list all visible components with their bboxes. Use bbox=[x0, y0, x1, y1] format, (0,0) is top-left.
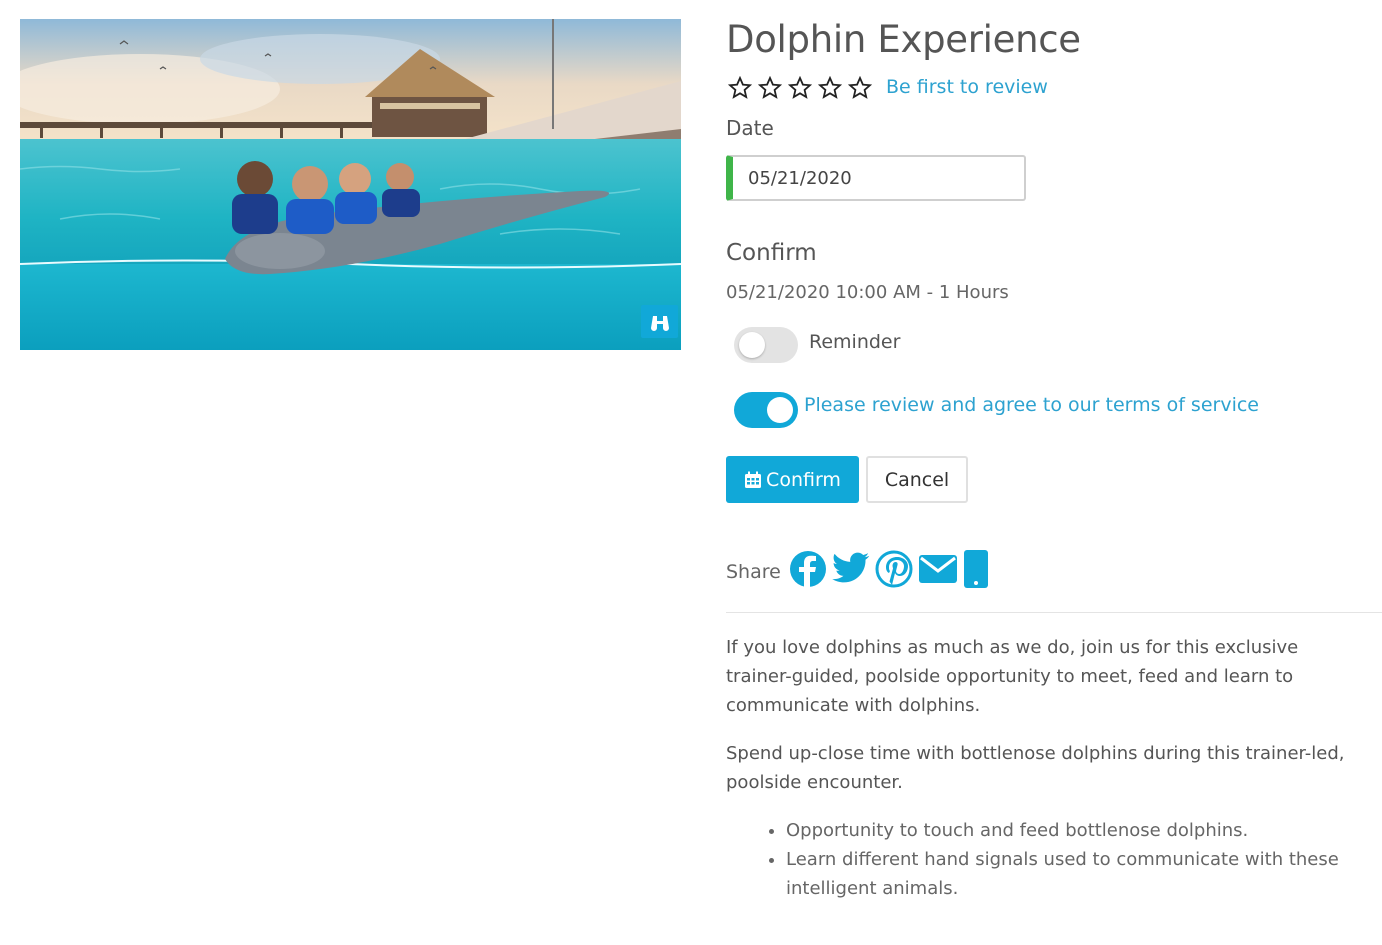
mobile-icon[interactable] bbox=[963, 550, 989, 588]
review-link[interactable]: Be first to review bbox=[886, 76, 1048, 98]
confirm-heading: Confirm bbox=[726, 240, 817, 266]
star-outline-icon[interactable] bbox=[848, 76, 872, 100]
feature-list: Opportunity to touch and feed bottlenose… bbox=[786, 816, 1366, 903]
reminder-toggle[interactable] bbox=[734, 327, 798, 363]
cancel-button[interactable]: Cancel bbox=[866, 456, 968, 503]
confirm-button[interactable]: Confirm bbox=[726, 456, 859, 503]
confirm-detail: 05/21/2020 10:00 AM - 1 Hours bbox=[726, 282, 1009, 303]
description-paragraph: Spend up-close time with bottlenose dolp… bbox=[726, 743, 1345, 793]
reminder-label: Reminder bbox=[809, 331, 901, 353]
share-label: Share bbox=[726, 561, 781, 583]
share-icons bbox=[789, 550, 989, 588]
star-outline-icon[interactable] bbox=[788, 76, 812, 100]
description-paragraph: If you love dolphins as much as we do, j… bbox=[726, 637, 1299, 716]
terms-link[interactable]: Please review and agree to our terms of … bbox=[804, 394, 1259, 416]
twitter-icon[interactable] bbox=[832, 552, 870, 586]
list-item: Learn different hand signals used to com… bbox=[786, 845, 1366, 903]
star-outline-icon[interactable] bbox=[728, 76, 752, 100]
toggle-knob bbox=[739, 332, 765, 358]
terms-toggle[interactable] bbox=[734, 392, 798, 428]
divider bbox=[726, 612, 1382, 613]
calendar-icon bbox=[745, 471, 762, 488]
toggle-knob bbox=[767, 397, 793, 423]
star-outline-icon[interactable] bbox=[758, 76, 782, 100]
date-label: Date bbox=[726, 116, 774, 140]
zoom-button[interactable] bbox=[641, 305, 678, 338]
list-item: Opportunity to touch and feed bottlenose… bbox=[786, 816, 1366, 845]
page-title: Dolphin Experience bbox=[726, 18, 1081, 61]
description: If you love dolphins as much as we do, j… bbox=[726, 633, 1366, 903]
binoculars-icon bbox=[650, 315, 669, 331]
star-outline-icon[interactable] bbox=[818, 76, 842, 100]
date-field[interactable] bbox=[726, 155, 1026, 201]
email-icon[interactable] bbox=[918, 554, 958, 584]
rating-stars[interactable] bbox=[728, 76, 872, 100]
dolphin-photo-illustration bbox=[20, 19, 681, 350]
pinterest-icon[interactable] bbox=[875, 550, 913, 588]
facebook-icon[interactable] bbox=[789, 550, 827, 588]
product-photo bbox=[20, 19, 681, 350]
confirm-button-label: Confirm bbox=[766, 468, 841, 491]
